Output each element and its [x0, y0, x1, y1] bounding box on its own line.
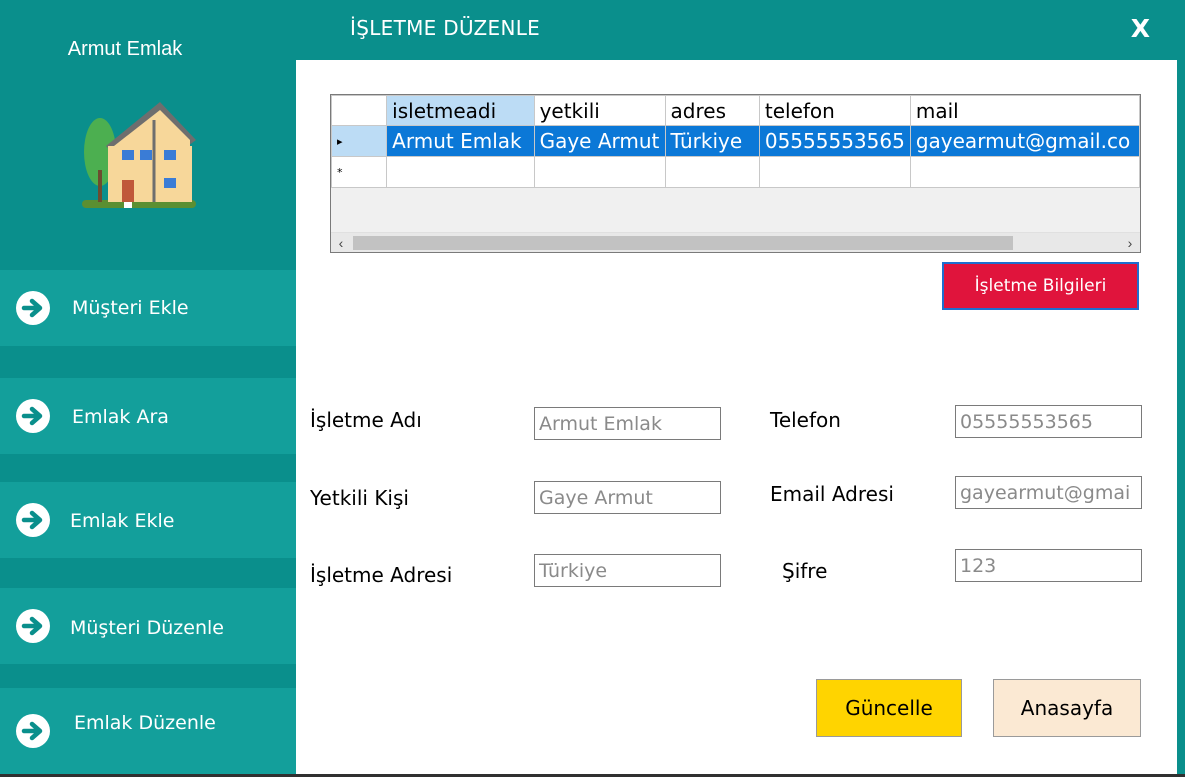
table-cell[interactable] — [386, 156, 535, 188]
phone-input[interactable] — [955, 405, 1142, 438]
column-header[interactable]: mail — [909, 95, 1140, 126]
table-cell[interactable]: Gaye Armut — [533, 125, 666, 157]
arrow-right-icon — [16, 503, 50, 537]
arrow-right-icon — [16, 714, 50, 748]
new-row-marker: * — [331, 156, 388, 188]
table-cell[interactable] — [664, 156, 760, 188]
nav-label: Müşteri Düzenle — [70, 617, 224, 639]
close-button[interactable]: X — [1131, 14, 1150, 43]
scrollbar-thumb[interactable] — [353, 236, 1013, 250]
contact-person-label: Yetkili Kişi — [310, 486, 409, 510]
grid-table: isletmeadi yetkili adres telefon mail ▸ … — [331, 95, 1140, 188]
email-input[interactable] — [955, 476, 1142, 509]
business-data-grid[interactable]: isletmeadi yetkili adres telefon mail ▸ … — [330, 94, 1141, 253]
sidebar: Armut Emlak Müşteri Ekle Emlak Ara Emlak… — [0, 0, 296, 777]
column-header[interactable]: adres — [664, 95, 760, 126]
table-cell[interactable] — [909, 156, 1140, 188]
business-address-label: İşletme Adresi — [310, 563, 453, 587]
nav-item-musteri-duzenle[interactable]: Müşteri Düzenle — [0, 588, 296, 664]
row-header-corner — [331, 95, 388, 126]
nav-item-emlak-ara[interactable]: Emlak Ara — [0, 378, 296, 454]
table-cell[interactable] — [758, 156, 911, 188]
new-row[interactable]: * — [331, 156, 1140, 188]
horizontal-scrollbar[interactable]: ‹ › — [331, 232, 1140, 252]
business-address-input[interactable] — [534, 554, 721, 587]
nav-label: Emlak Ekle — [70, 510, 175, 532]
table-row[interactable]: ▸ Armut Emlak Gaye Armut Türkiye 0555555… — [331, 125, 1140, 157]
email-label: Email Adresi — [770, 482, 894, 506]
scroll-right-icon[interactable]: › — [1120, 233, 1140, 252]
business-name-label: İşletme Adı — [310, 408, 422, 432]
password-input[interactable] — [955, 549, 1142, 582]
business-name-input[interactable] — [534, 407, 721, 440]
window-header: İŞLETME DÜZENLE X — [296, 0, 1185, 60]
arrow-right-icon — [16, 609, 50, 643]
nav-label: Emlak Ara — [72, 406, 169, 428]
arrow-right-icon — [16, 291, 50, 325]
grid-header-row: isletmeadi yetkili adres telefon mail — [331, 95, 1140, 126]
page-title: İŞLETME DÜZENLE — [350, 16, 541, 40]
table-cell[interactable]: gayearmut@gmail.co — [909, 125, 1140, 157]
table-cell[interactable]: 05555553565 — [758, 125, 911, 157]
column-header[interactable]: yetkili — [533, 95, 666, 126]
phone-label: Telefon — [770, 408, 841, 432]
contact-person-input[interactable] — [534, 481, 721, 514]
table-cell[interactable]: Türkiye — [664, 125, 760, 157]
brand-name: Armut Emlak — [67, 38, 183, 60]
table-cell[interactable]: Armut Emlak — [386, 125, 535, 157]
home-button[interactable]: Anasayfa — [993, 679, 1141, 737]
column-header[interactable]: isletmeadi — [386, 95, 535, 126]
nav-item-emlak-ekle[interactable]: Emlak Ekle — [0, 482, 296, 558]
nav-label: Emlak Düzenle — [74, 712, 216, 734]
nav-label: Müşteri Ekle — [72, 297, 189, 319]
table-cell[interactable] — [533, 156, 666, 188]
business-info-button[interactable]: İşletme Bilgileri — [942, 262, 1139, 310]
nav-item-emlak-duzenle[interactable]: Emlak Düzenle — [0, 688, 296, 774]
update-button[interactable]: Güncelle — [816, 679, 962, 737]
nav-item-musteri-ekle[interactable]: Müşteri Ekle — [0, 270, 296, 346]
column-header[interactable]: telefon — [758, 95, 911, 126]
house-logo-icon — [82, 102, 196, 208]
current-row-marker: ▸ — [331, 125, 388, 157]
right-edge — [1177, 36, 1185, 776]
arrow-right-icon — [16, 399, 50, 433]
scroll-left-icon[interactable]: ‹ — [331, 233, 351, 252]
password-label: Şifre — [782, 559, 828, 583]
